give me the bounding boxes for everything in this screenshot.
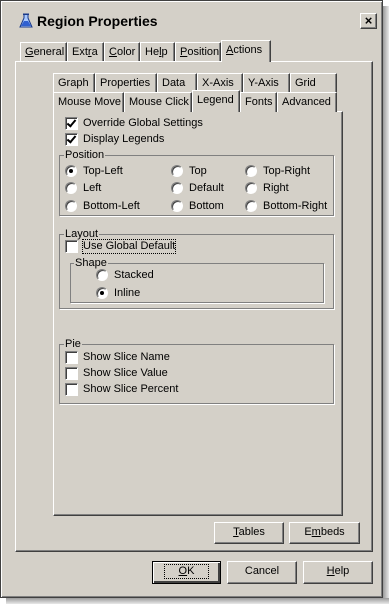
- tab-color-label: olor: [116, 46, 136, 58]
- help-mnemonic: H: [326, 565, 335, 577]
- embeds-button-text: Embeds: [304, 526, 344, 539]
- position-default-radio[interactable]: [171, 182, 183, 194]
- ok-label: K: [187, 565, 195, 577]
- tab-y-axis[interactable]: Y-Axis: [243, 73, 290, 93]
- tab-help-label-pre: He: [145, 46, 160, 58]
- position-top-left-radio[interactable]: [65, 165, 77, 177]
- position-default-label: Default: [189, 182, 224, 194]
- position-top-left-label: Top-Left: [83, 165, 123, 177]
- tab-color-mnemonic: C: [109, 46, 117, 58]
- ok-button[interactable]: OK: [152, 561, 221, 584]
- embeds-button[interactable]: Embeds: [289, 522, 360, 544]
- close-icon: ×: [364, 13, 373, 28]
- window-shadow-right: [383, 6, 389, 604]
- tab-general[interactable]: General: [20, 42, 67, 62]
- position-left-label: Left: [83, 182, 102, 194]
- position-bottom-radio[interactable]: [171, 200, 183, 212]
- show-slice-percent-label: Show Slice Percent: [83, 383, 179, 395]
- override-global-checkbox[interactable]: [65, 117, 78, 130]
- shape-stacked-label: Stacked: [114, 269, 154, 281]
- display-legends-checkbox[interactable]: [65, 133, 78, 146]
- pie-group-title: Pie: [64, 338, 82, 351]
- embeds-label-pre: E: [304, 526, 312, 538]
- tables-label: ables: [238, 526, 265, 538]
- tables-button[interactable]: Tables: [214, 522, 284, 544]
- position-left-radio[interactable]: [65, 182, 77, 194]
- shape-inline-label: Inline: [114, 287, 141, 299]
- app-flask-icon: [19, 13, 33, 28]
- position-top-radio[interactable]: [171, 165, 183, 177]
- position-bottom-label: Bottom: [189, 200, 224, 212]
- shape-group: [70, 263, 324, 303]
- tab-help[interactable]: Help: [140, 42, 175, 62]
- tab-mouse-click[interactable]: Mouse Click: [124, 92, 192, 112]
- position-group-title: Position: [64, 149, 106, 162]
- tab-advanced[interactable]: Advanced: [277, 92, 337, 112]
- position-bottom-right-radio[interactable]: [245, 200, 257, 212]
- position-bottom-left-radio[interactable]: [65, 200, 77, 212]
- position-top-right-label: Top-Right: [263, 165, 311, 177]
- tab-actions-label: ctions: [233, 44, 263, 56]
- help-button-text: Help: [327, 565, 350, 578]
- tables-button-text: Tables: [233, 526, 265, 539]
- tab-position-label: osition: [187, 46, 220, 58]
- shape-stacked-radio[interactable]: [96, 269, 108, 281]
- tab-grid[interactable]: Grid: [290, 73, 337, 93]
- position-right-label: Right: [263, 182, 289, 194]
- show-slice-value-label: Show Slice Value: [83, 367, 168, 379]
- cancel-label: Cancel: [244, 565, 280, 577]
- tab-position[interactable]: Position: [175, 42, 221, 62]
- tab-help-label-rest: p: [161, 46, 168, 58]
- tab-general-mnemonic: G: [25, 46, 34, 58]
- tab-extra-label-pre: Ext: [72, 46, 88, 58]
- embeds-label-rest: beds: [320, 526, 345, 538]
- tab-color[interactable]: Color: [104, 42, 140, 62]
- tab-properties[interactable]: Properties: [95, 73, 157, 93]
- tab-extra[interactable]: Extra: [67, 42, 104, 62]
- window-shadow-bottom: [6, 598, 389, 604]
- cancel-button[interactable]: Cancel: [227, 561, 297, 584]
- tab-legend[interactable]: Legend: [192, 90, 240, 112]
- tab-graph[interactable]: Graph: [53, 73, 95, 93]
- override-global-label: Override Global Settings: [83, 117, 203, 129]
- help-label: elp: [334, 565, 350, 577]
- display-legends-label: Display Legends: [83, 133, 165, 145]
- title-bar[interactable]: Region Properties ×: [4, 4, 379, 30]
- position-top-label: Top: [189, 165, 207, 177]
- position-top-right-radio[interactable]: [245, 165, 257, 177]
- show-slice-percent-checkbox[interactable]: [65, 383, 78, 396]
- show-slice-name-label: Show Slice Name: [83, 351, 170, 363]
- show-slice-value-checkbox[interactable]: [65, 367, 78, 380]
- shape-inline-radio[interactable]: [96, 287, 108, 299]
- tab-fonts[interactable]: Fonts: [240, 92, 277, 112]
- close-button[interactable]: ×: [360, 13, 377, 29]
- use-global-default-label: Use Global Default: [81, 239, 177, 254]
- ok-mnemonic: O: [178, 565, 188, 577]
- region-properties-dialog: Region Properties × General Extra Color …: [0, 0, 383, 598]
- ok-button-text: OK: [163, 564, 210, 579]
- tab-general-label: eneral: [33, 46, 65, 58]
- show-slice-name-checkbox[interactable]: [65, 351, 78, 364]
- tab-extra-label-rest: a: [91, 46, 98, 58]
- position-bottom-right-label: Bottom-Right: [263, 200, 328, 212]
- embeds-mnemonic: m: [311, 526, 321, 538]
- window-title: Region Properties: [37, 13, 158, 29]
- position-right-radio[interactable]: [245, 182, 257, 194]
- tab-actions[interactable]: Actions: [221, 40, 271, 62]
- tab-mouse-move[interactable]: Mouse Move: [53, 92, 124, 112]
- tab-data[interactable]: Data: [157, 73, 197, 93]
- use-global-default-checkbox[interactable]: [65, 240, 78, 253]
- position-bottom-left-label: Bottom-Left: [83, 200, 140, 212]
- help-button[interactable]: Help: [303, 561, 373, 584]
